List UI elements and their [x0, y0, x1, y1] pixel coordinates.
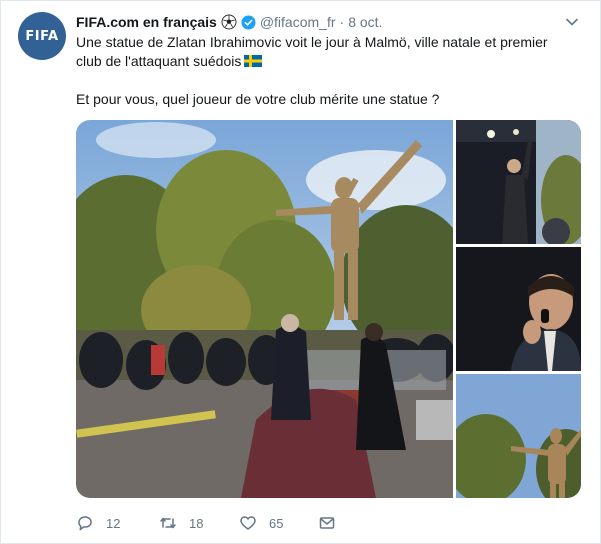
retweet-icon	[160, 517, 176, 529]
retweet-button[interactable]: 18	[159, 514, 203, 532]
sweden-flag-icon	[244, 55, 263, 67]
like-button[interactable]: 65	[239, 514, 283, 532]
tweet-text-line-2: Et pour vous, quel joueur de votre club …	[76, 91, 440, 107]
statue-unveiling-photo[interactable]	[76, 120, 453, 498]
author-name[interactable]: FIFA.com en français	[76, 14, 217, 30]
zlatan-microphone-photo[interactable]	[456, 247, 581, 371]
reply-icon	[78, 516, 92, 531]
statue-closeup-photo[interactable]	[456, 374, 581, 498]
retweet-count: 18	[189, 515, 204, 531]
reply-count: 12	[106, 515, 121, 531]
reply-button[interactable]: 12	[76, 514, 120, 532]
tweet-header: FIFA.com en français @fifacom_fr · 8 oct…	[76, 12, 576, 32]
zlatan-stage-photo[interactable]	[456, 120, 581, 244]
direct-message-button[interactable]	[318, 514, 336, 532]
media-grid	[76, 120, 581, 498]
author-avatar[interactable]: FIFA	[18, 12, 66, 60]
tweet-date[interactable]: 8 oct.	[348, 14, 382, 30]
chevron-down-icon[interactable]	[565, 15, 579, 29]
soccer-ball-icon	[221, 14, 237, 30]
verified-badge-icon	[241, 14, 256, 30]
tweet-text-line-1: Une statue de Zlatan Ibrahimovic voit le…	[76, 34, 548, 69]
tweet-card[interactable]: FIFA FIFA.com en français @fifacom_fr · …	[0, 0, 601, 544]
tweet-text: Une statue de Zlatan Ibrahimovic voit le…	[76, 33, 576, 109]
heart-icon	[240, 516, 256, 530]
envelope-icon	[319, 517, 335, 529]
like-count: 65	[269, 515, 284, 531]
author-handle[interactable]: @fifacom_fr	[260, 14, 336, 30]
header-separator: ·	[339, 14, 345, 30]
tweet-actions: 12 18 65	[76, 513, 376, 533]
